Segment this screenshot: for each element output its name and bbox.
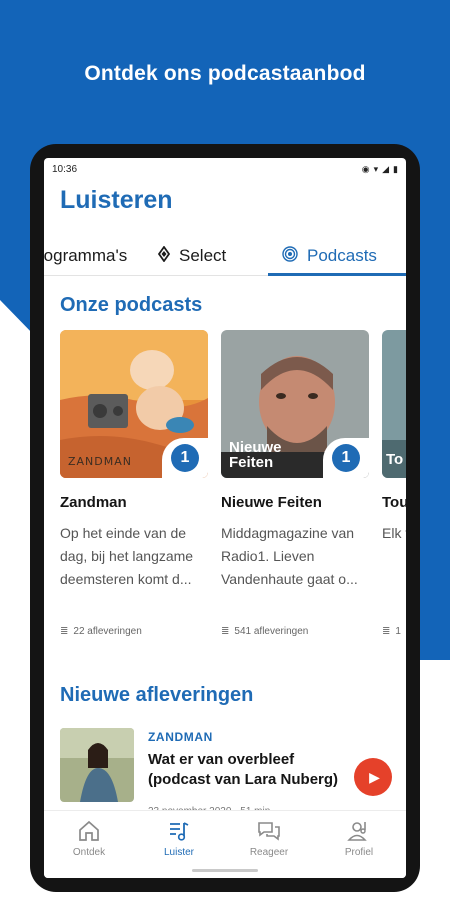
- status-time: 10:36: [52, 163, 78, 175]
- podcast-icon: [282, 246, 298, 266]
- podcast-card-partial[interactable]: To Tou Elk ver Les ≣ 1: [382, 330, 406, 646]
- podcast-cover-nieuwe-feiten: Nieuwe Feiten 1: [221, 330, 369, 478]
- page-title: Luisteren: [60, 186, 173, 214]
- app-screen: 10:36 ◉ ▾ ◢ ▮ Luisteren rogramma's Selec…: [44, 158, 406, 878]
- radio1-badge: 1: [162, 438, 208, 478]
- podcast-description: Middagmagazine van Radio1. Lieven Vanden…: [221, 525, 358, 587]
- tab-podcasts[interactable]: Podcasts: [282, 236, 377, 276]
- episode-podcast-name: ZANDMAN: [148, 730, 213, 744]
- nav-item-reageer[interactable]: Reageer: [224, 819, 314, 858]
- episode-count-text: 22 afleveringen: [73, 626, 142, 637]
- tab-bar: rogramma's Select Podcasts: [44, 236, 406, 276]
- episode-count-text: 1: [395, 626, 401, 637]
- tab-label: Podcasts: [307, 246, 377, 265]
- episode-count: ≣ 1: [382, 626, 401, 637]
- nav-label: Ontdek: [72, 847, 106, 858]
- diamond-icon: [157, 245, 171, 266]
- episode-list-item[interactable]: ZANDMAN Wat er van overbleef (podcast va…: [60, 728, 406, 817]
- bottom-navigation: Ontdek Luister Reageer Profiel: [44, 810, 406, 878]
- podcast-cover-partial: To: [382, 330, 406, 478]
- nav-item-ontdek[interactable]: Ontdek: [44, 819, 134, 858]
- podcast-title: Nieuwe Feiten: [221, 494, 322, 511]
- battery-icon: ▮: [393, 163, 398, 174]
- podcast-title: Tou: [382, 494, 406, 511]
- wifi-icon: ▾: [373, 163, 379, 174]
- eye-icon: ◉: [361, 163, 370, 174]
- active-tab-indicator: [268, 273, 406, 276]
- section-title-episodes: Nieuwe afleveringen: [60, 684, 254, 706]
- stack-icon: ≣: [221, 626, 230, 637]
- nav-label: Reageer: [249, 847, 289, 858]
- gesture-bar: [192, 869, 258, 872]
- radio1-logo-icon: 1: [171, 444, 199, 472]
- nav-item-luister[interactable]: Luister: [134, 819, 224, 858]
- music-list-icon: [167, 819, 191, 847]
- nav-item-profiel[interactable]: Profiel: [314, 819, 404, 858]
- episode-count: ≣ 22 afleveringen: [60, 626, 142, 637]
- episode-title: Wat er van overbleef (podcast van Lara N…: [148, 751, 339, 788]
- podcast-description: Elk ver Les: [382, 525, 406, 541]
- home-icon: [77, 819, 101, 847]
- stack-icon: ≣: [382, 626, 391, 637]
- podcast-card-nieuwe-feiten[interactable]: Nieuwe Feiten 1 Nieuwe Feiten Middagmaga…: [221, 330, 369, 646]
- episode-count: ≣ 541 afleveringen: [221, 626, 308, 637]
- promo-headline: Ontdek ons podcastaanbod: [84, 62, 366, 85]
- tab-label: rogramma's: [44, 246, 128, 265]
- podcast-carousel[interactable]: ZANDMAN 1 Zandman Op het einde van de da…: [60, 330, 406, 646]
- episode-thumbnail: [60, 728, 134, 802]
- podcast-cover-zandman: ZANDMAN 1: [60, 330, 208, 478]
- signal-icon: ◢: [382, 163, 390, 174]
- chat-icon: [256, 819, 282, 847]
- play-icon: ▶: [369, 768, 380, 785]
- status-bar: 10:36 ◉ ▾ ◢ ▮: [44, 158, 406, 180]
- tab-programmas[interactable]: rogramma's: [44, 236, 127, 276]
- section-title-podcasts: Onze podcasts: [60, 294, 203, 316]
- podcast-card-zandman[interactable]: ZANDMAN 1 Zandman Op het einde van de da…: [60, 330, 208, 646]
- nav-label: Profiel: [344, 847, 374, 858]
- cover-text: Nieuwe Feiten: [229, 439, 282, 471]
- profile-icon: [347, 819, 371, 847]
- nav-label: Luister: [163, 847, 194, 858]
- phone-frame: 10:36 ◉ ▾ ◢ ▮ Luisteren rogramma's Selec…: [30, 144, 420, 892]
- podcast-title: Zandman: [60, 494, 127, 511]
- play-button[interactable]: ▶: [354, 758, 392, 796]
- radio1-badge: 1: [323, 438, 369, 478]
- radio1-logo-icon: 1: [332, 444, 360, 472]
- status-icons: ◉ ▾ ◢ ▮: [362, 164, 398, 175]
- cover-text: ZANDMAN: [68, 455, 133, 468]
- episode-count-text: 541 afleveringen: [234, 626, 309, 637]
- tab-select[interactable]: Select: [157, 236, 227, 276]
- podcast-description: Op het einde van de dag, bij het langzam…: [60, 525, 194, 587]
- tab-label: Select: [179, 246, 227, 265]
- cover-text: To: [386, 451, 404, 468]
- stack-icon: ≣: [60, 626, 69, 637]
